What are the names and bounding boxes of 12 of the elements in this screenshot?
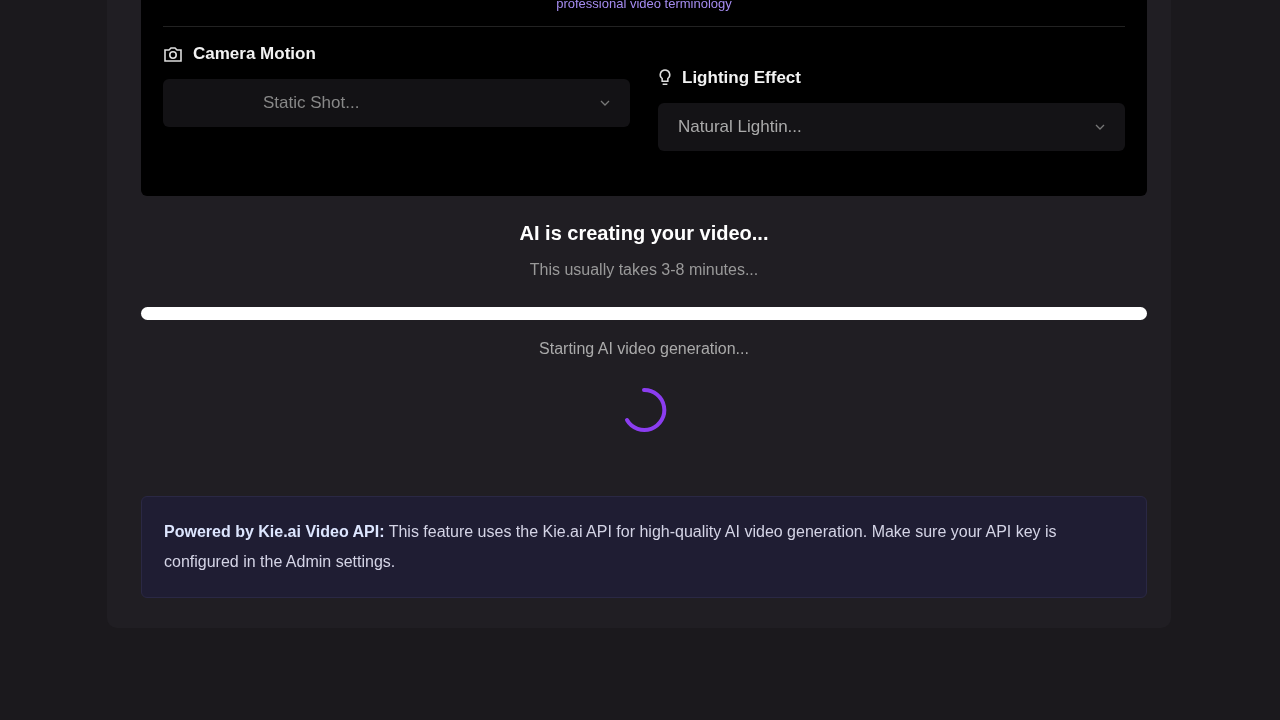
info-notice: Powered by Kie.ai Video API: This feature uses the Kie.ai API for high-quality AI video generation. Make sure your API key is configured in the Admin settings. <box>141 496 1147 598</box>
lightbulb-icon <box>658 68 672 88</box>
status-subtitle: This usually takes 3-8 minutes... <box>529 261 759 279</box>
field-label: Lighting Effect <box>682 68 801 88</box>
camera-icon <box>163 45 183 63</box>
status-message: Starting AI video generation... <box>539 340 749 358</box>
dropdown-field[interactable]: Natural Lightin... <box>658 103 1125 151</box>
dropdown-field[interactable]: Static Shot... <box>163 79 630 127</box>
chevron-down-icon <box>600 100 610 106</box>
status-title: AI is creating your video... <box>519 222 769 245</box>
chevron-down-icon <box>1095 124 1105 130</box>
field-label: Camera Motion <box>193 44 316 64</box>
